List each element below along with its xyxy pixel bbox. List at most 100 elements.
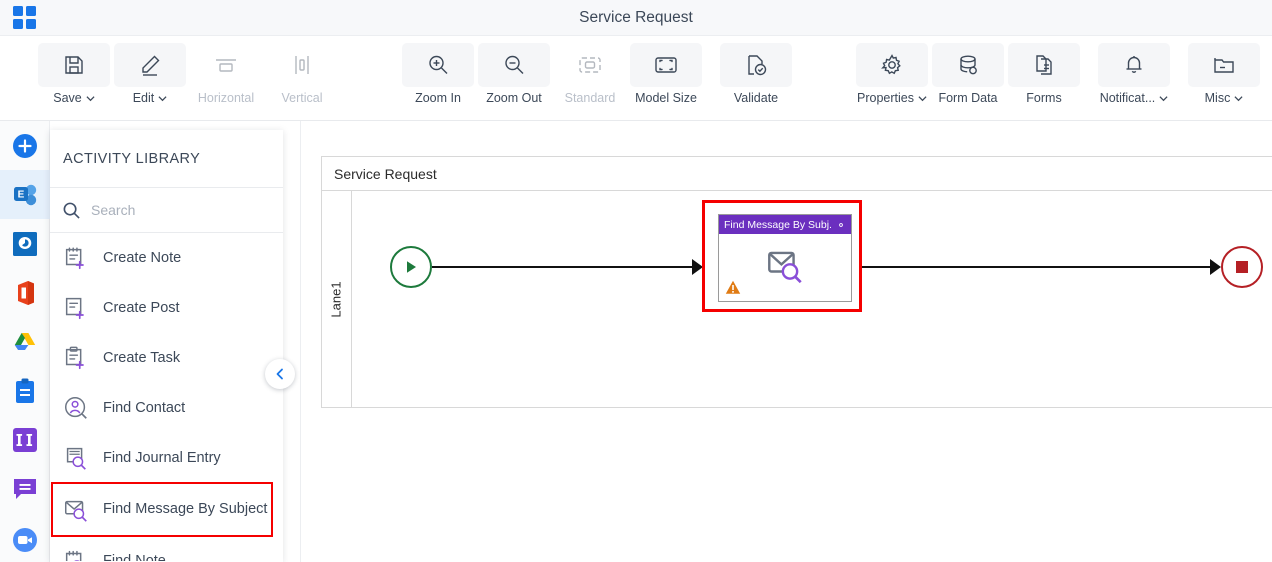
rail-item-chat[interactable]: [0, 464, 50, 513]
play-icon: [407, 261, 416, 273]
connector-rail: E: [0, 121, 50, 562]
toolbar-label-edit: Edit: [132, 91, 155, 105]
lane-canvas: Find Message By Subj...: [352, 191, 1272, 408]
gear-icon: [881, 54, 901, 75]
library-item-create-note[interactable]: Create Note: [50, 233, 283, 283]
library-item-find-contact[interactable]: Find Contact: [50, 383, 283, 433]
rail-item-google-drive[interactable]: [0, 317, 50, 366]
toolbar-button-misc[interactable]: Misc: [1186, 36, 1262, 105]
panel-collapse-button[interactable]: [265, 359, 295, 389]
library-item-label: Find Note: [103, 552, 166, 561]
jira-icon: [13, 427, 37, 452]
toolbar-button-validate[interactable]: Validate: [718, 36, 794, 105]
toolbar-button-model-size[interactable]: Model Size: [628, 36, 704, 105]
task-node-find-message-by-subject[interactable]: Find Message By Subj...: [718, 214, 852, 302]
diagram-canvas[interactable]: Service Request Lane1 Find Message By Su…: [300, 121, 1272, 562]
toolbar-label-notifications: Notificat...: [1099, 91, 1156, 105]
toolbar-button-vertical[interactable]: Vertical: [264, 36, 340, 105]
toolbar-label-properties: Properties: [857, 91, 914, 105]
horizontal-icon: [216, 59, 236, 72]
library-item-find-message-by-subject[interactable]: Find Message By Subject: [51, 482, 273, 537]
rail-item-exchange[interactable]: E: [0, 170, 50, 219]
toolbar-button-edit[interactable]: Edit: [112, 36, 188, 105]
validate-icon: [748, 55, 767, 76]
svg-text:E: E: [18, 189, 25, 200]
toolbar-label-standard: Standard: [564, 91, 616, 105]
toolbar-button-zoom-out[interactable]: Zoom Out: [476, 36, 552, 105]
library-item-find-note[interactable]: Find Note: [50, 536, 283, 561]
pool-name-label: Service Request: [322, 157, 1272, 191]
rail-item-sharepoint[interactable]: [0, 219, 50, 268]
bell-icon: [1126, 56, 1142, 73]
toolbar-button-save[interactable]: Save: [36, 36, 112, 105]
rail-item-jira[interactable]: [0, 415, 50, 464]
save-icon: [65, 56, 83, 74]
toolbar-label-zoom-out: Zoom Out: [486, 91, 542, 105]
toolbar-button-properties[interactable]: Properties: [854, 36, 930, 105]
plus-circle-icon: [13, 133, 37, 158]
find-message-icon: [768, 251, 802, 283]
sequence-flow-1[interactable]: [432, 266, 694, 268]
clipboard-icon: [16, 378, 34, 403]
toolbar-button-forms[interactable]: Forms: [1006, 36, 1082, 105]
toolbar-label-model-size: Model Size: [635, 91, 697, 105]
model-size-icon: [655, 57, 677, 73]
toolbar-button-notifications[interactable]: Notificat...: [1096, 36, 1172, 105]
sharepoint-icon: [13, 231, 37, 256]
document-icon: [1036, 55, 1052, 75]
activity-library-title: ACTIVITY LIBRARY: [50, 130, 283, 188]
task-body: [719, 234, 851, 301]
toolbar-label-misc: Misc: [1204, 91, 1231, 105]
chevron-down-icon: [86, 95, 95, 101]
toolbar-button-horizontal[interactable]: Horizontal: [188, 36, 264, 105]
vertical-icon: [295, 56, 309, 74]
start-event[interactable]: [390, 246, 432, 288]
task-header: Find Message By Subj...: [719, 215, 851, 234]
lane-name-text: Lane1: [329, 281, 344, 318]
search-row: [50, 188, 283, 233]
toolbar: Save Edit Horizontal Vertical Zoom In Zo…: [0, 36, 1272, 121]
rail-item-tasks[interactable]: [0, 366, 50, 415]
activity-library-panel: ACTIVITY LIBRARY Create Note: [50, 130, 283, 562]
video-camera-icon: [13, 527, 37, 552]
gear-icon[interactable]: [835, 219, 847, 231]
rail-item-add[interactable]: [0, 121, 50, 170]
toolbar-label-validate: Validate: [733, 91, 779, 105]
exchange-icon: E: [14, 184, 37, 205]
library-item-create-task[interactable]: Create Task: [50, 333, 283, 383]
sequence-flow-2[interactable]: [862, 266, 1212, 268]
toolbar-button-standard[interactable]: Standard: [552, 36, 628, 105]
end-event[interactable]: [1221, 246, 1263, 288]
search-input[interactable]: [91, 202, 251, 218]
rail-item-office[interactable]: [0, 268, 50, 317]
library-item-label: Find Contact: [103, 399, 186, 416]
library-item-find-journal-entry[interactable]: Find Journal Entry: [50, 433, 283, 483]
zoom-out-icon: [505, 55, 524, 74]
toolbar-button-form-data[interactable]: Form Data: [930, 36, 1006, 105]
title-bar: Service Request: [0, 0, 1272, 36]
toolbar-label-forms: Forms: [1026, 91, 1062, 105]
toolbar-label-form-data: Form Data: [938, 91, 998, 105]
chevron-down-icon: [1159, 95, 1168, 101]
library-item-label: Create Post: [103, 299, 180, 316]
find-message-icon: [64, 500, 87, 522]
find-note-icon: [65, 550, 82, 561]
database-icon: [960, 55, 977, 75]
stop-square-icon: [1236, 261, 1248, 273]
search-icon: [63, 202, 80, 219]
toolbar-button-zoom-in[interactable]: Zoom In: [400, 36, 476, 105]
lane-label: Lane1: [322, 191, 352, 408]
create-post-icon: [65, 297, 84, 320]
rail-item-zoom[interactable]: [0, 513, 50, 562]
chevron-left-icon: [276, 368, 283, 380]
zoom-in-icon: [429, 55, 448, 74]
library-item-create-post[interactable]: Create Post: [50, 283, 283, 333]
task-selection-frame[interactable]: Find Message By Subj...: [702, 200, 862, 312]
application-window: Service Request Save Edit Horizontal Ver…: [0, 0, 1272, 562]
warning-triangle-icon[interactable]: [725, 280, 741, 295]
library-item-label: Create Note: [103, 249, 182, 266]
task-title: Find Message By Subj...: [724, 218, 831, 231]
toolbar-label-save: Save: [53, 91, 82, 105]
sequence-flow-2-arrow: [1210, 259, 1221, 275]
chevron-down-icon: [1234, 95, 1243, 101]
